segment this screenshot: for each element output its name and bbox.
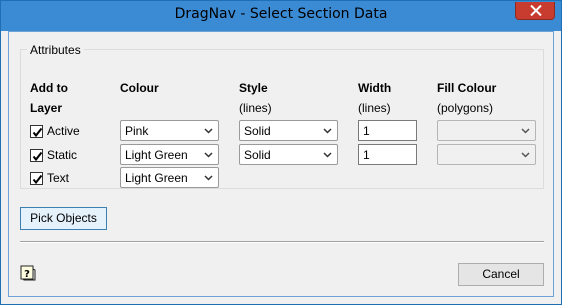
colour-select-text[interactable]: Light Green bbox=[120, 167, 219, 188]
separator bbox=[20, 241, 544, 243]
style-select-static[interactable]: Solid bbox=[239, 144, 338, 165]
checkmark-icon bbox=[32, 127, 43, 138]
chevron-down-icon bbox=[204, 175, 213, 181]
select-value: Light Green bbox=[125, 171, 188, 185]
fill-colour-select-static[interactable] bbox=[437, 144, 536, 165]
header-style-sub: (lines) bbox=[239, 101, 272, 115]
close-icon bbox=[530, 5, 542, 16]
checkbox-box[interactable] bbox=[30, 149, 43, 162]
header-fill-colour: Fill Colour bbox=[437, 81, 497, 95]
checkmark-icon bbox=[32, 151, 43, 162]
colour-select-active[interactable]: Pink bbox=[120, 120, 219, 141]
select-value: Solid bbox=[244, 148, 271, 162]
header-width: Width bbox=[358, 81, 392, 95]
checkbox-label: Active bbox=[47, 124, 80, 138]
chevron-down-icon bbox=[323, 128, 332, 134]
help-icon[interactable]: ? bbox=[20, 265, 36, 281]
close-button[interactable] bbox=[515, 2, 555, 20]
checkmark-icon bbox=[32, 174, 43, 185]
attributes-group: Attributes Add to Layer Colour Style (li… bbox=[20, 43, 544, 189]
chevron-down-icon bbox=[323, 152, 332, 158]
header-fill-sub: (polygons) bbox=[437, 101, 494, 115]
input-value: 1 bbox=[363, 148, 370, 162]
chevron-down-icon bbox=[521, 152, 530, 158]
cancel-button[interactable]: Cancel bbox=[458, 263, 544, 286]
width-input-active[interactable]: 1 bbox=[358, 120, 417, 141]
width-input-static[interactable]: 1 bbox=[358, 144, 417, 165]
checkbox-label: Static bbox=[47, 148, 78, 162]
input-value: 1 bbox=[363, 124, 370, 138]
style-select-active[interactable]: Solid bbox=[239, 120, 338, 141]
window-title: DragNav - Select Section Data bbox=[174, 6, 388, 22]
select-value: Solid bbox=[244, 124, 271, 138]
chevron-down-icon bbox=[204, 152, 213, 158]
header-width-sub: (lines) bbox=[358, 101, 391, 115]
checkbox-box[interactable] bbox=[30, 172, 43, 185]
pick-objects-button[interactable]: Pick Objects bbox=[20, 207, 107, 230]
svg-text:?: ? bbox=[24, 269, 30, 280]
chevron-down-icon bbox=[204, 128, 213, 134]
select-value: Light Green bbox=[125, 148, 188, 162]
checkbox-label: Text bbox=[47, 171, 70, 185]
header-add-to: Add to bbox=[30, 81, 68, 95]
dialog-body: Attributes Add to Layer Colour Style (li… bbox=[8, 31, 554, 297]
header-colour: Colour bbox=[120, 81, 159, 95]
checkbox-box[interactable] bbox=[30, 125, 43, 138]
header-style: Style bbox=[239, 81, 268, 95]
dialog-window: DragNav - Select Section Data Attributes… bbox=[0, 0, 562, 305]
fill-colour-select-active[interactable] bbox=[437, 120, 536, 141]
select-value: Pink bbox=[125, 124, 149, 138]
attributes-legend: Attributes bbox=[27, 43, 84, 57]
header-layer: Layer bbox=[30, 101, 63, 115]
title-bar[interactable]: DragNav - Select Section Data bbox=[1, 1, 561, 31]
colour-select-static[interactable]: Light Green bbox=[120, 144, 219, 165]
chevron-down-icon bbox=[521, 128, 530, 134]
